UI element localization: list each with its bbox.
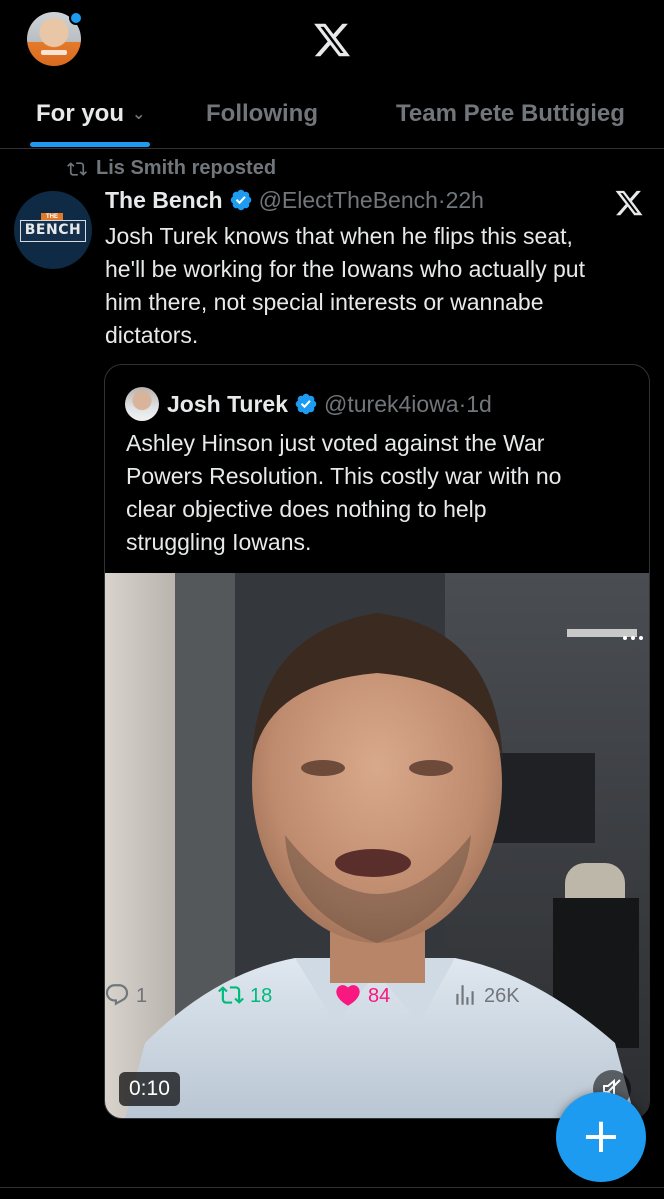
x-logo-icon[interactable]	[312, 20, 352, 60]
reply-count: 1	[136, 985, 148, 1007]
repost-icon	[218, 985, 244, 1004]
quoted-author-handle[interactable]: @turek4iowa	[324, 391, 459, 417]
author-avatar[interactable]: THE BENCH	[14, 191, 92, 269]
tweet[interactable]: Lis Smith reposted THE BENCH The Bench @…	[0, 150, 664, 1199]
quoted-author-name[interactable]: Josh Turek	[167, 391, 288, 417]
tab-for-you[interactable]: For you ⌄	[36, 96, 145, 132]
post-time[interactable]: 22h	[446, 187, 484, 213]
verified-badge-icon	[295, 393, 317, 415]
repost-label[interactable]: Lis Smith reposted	[96, 157, 276, 179]
tab-for-you-label: For you	[36, 100, 124, 127]
tab-team-pete-buttigieg[interactable]: Team Pete Buttigieg	[396, 96, 625, 132]
video-frame	[105, 573, 649, 1118]
repost-icon	[67, 161, 87, 176]
heart-filled-icon	[336, 984, 360, 1006]
video-player[interactable]: 0:10	[105, 573, 649, 1118]
verified-badge-icon	[230, 189, 251, 211]
like-button[interactable]: 84	[334, 976, 390, 1016]
x-logo-icon[interactable]	[614, 188, 644, 218]
repost-button[interactable]: 18	[218, 976, 272, 1016]
repost-context: Lis Smith reposted	[66, 155, 276, 181]
notification-dot	[69, 11, 83, 25]
top-bar	[0, 0, 664, 82]
tab-following[interactable]: Following	[206, 96, 318, 132]
chevron-down-icon[interactable]: ⌄	[132, 97, 145, 133]
author-handle[interactable]: @ElectTheBench	[259, 187, 438, 213]
repost-count: 18	[250, 985, 273, 1007]
x-app: For you ⌄ Following Team Pete Buttigieg L…	[0, 0, 664, 1199]
analytics-icon	[456, 984, 474, 1005]
reply-icon	[105, 983, 129, 1006]
compose-button[interactable]: +	[556, 1092, 646, 1182]
tweet-header: The Bench @ElectTheBench·22h	[105, 184, 484, 216]
tweet-actions: 1 18 84 26K	[0, 976, 664, 1016]
active-tab-indicator	[30, 142, 150, 147]
views-button[interactable]: 26K	[452, 976, 520, 1016]
video-duration: 0:10	[119, 1072, 180, 1106]
avatar-detail	[41, 50, 67, 55]
quoted-author-avatar[interactable]	[125, 387, 159, 421]
divider	[0, 1187, 664, 1188]
reply-button[interactable]: 1	[104, 976, 147, 1016]
views-count: 26K	[484, 985, 520, 1007]
quoted-tweet-header: Josh Turek @turek4iowa·1d	[167, 387, 492, 421]
timeline-tabs: For you ⌄ Following Team Pete Buttigieg	[0, 82, 664, 149]
avatar-logo-text: BENCH	[20, 220, 86, 242]
compose-plus-icon: +	[580, 1108, 622, 1164]
tweet-text: Josh Turek knows that when he flips this…	[105, 223, 585, 348]
quoted-post-time: 1d	[466, 391, 492, 417]
author-name[interactable]: The Bench	[105, 187, 223, 213]
quoted-tweet-text: Ashley Hinson just voted against the War…	[126, 430, 562, 555]
like-count: 84	[368, 985, 391, 1007]
separator-dot: ·	[437, 187, 446, 213]
